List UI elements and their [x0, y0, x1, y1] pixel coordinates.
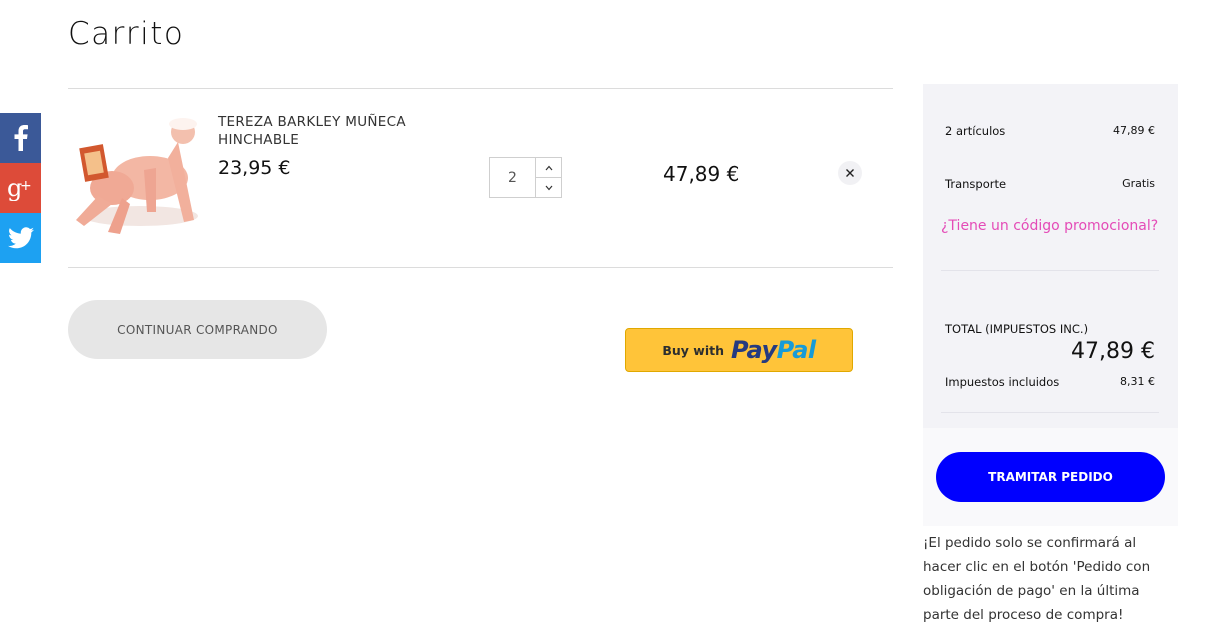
product-image[interactable]: [68, 108, 202, 246]
summary-shipping-label: Transporte: [945, 177, 1007, 191]
facebook-icon: [14, 125, 28, 151]
summary-shipping-row: Transporte Gratis: [945, 177, 1155, 191]
google-plus-share-button[interactable]: g +: [0, 163, 41, 213]
page-title: Carrito: [68, 16, 185, 52]
checkout-button[interactable]: TRAMITAR PEDIDO: [936, 452, 1165, 502]
paypal-logo-pal: Pal: [776, 336, 816, 364]
twitter-icon: [7, 227, 34, 249]
summary-tax-row: Impuestos incluidos 8,31 €: [945, 375, 1155, 389]
line-total: 47,89 €: [663, 162, 740, 186]
total-label: TOTAL (IMPUESTOS INC.): [945, 322, 1089, 336]
cart-bottom-divider: [68, 267, 893, 268]
twitter-share-button[interactable]: [0, 213, 41, 263]
remove-item-button[interactable]: [838, 161, 862, 185]
summary-divider: [941, 270, 1159, 271]
quantity-decrease-button[interactable]: [536, 178, 561, 197]
chevron-down-icon: [545, 185, 552, 190]
summary-tax-value: 8,31 €: [1120, 375, 1155, 388]
chevron-up-icon: [545, 165, 552, 170]
summary-items-label: 2 artículos: [945, 124, 1006, 138]
order-confirmation-notice: ¡El pedido solo se confirmará al hacer c…: [923, 535, 1151, 623]
continue-shopping-button[interactable]: CONTINUAR COMPRANDO: [68, 300, 327, 359]
quantity-input[interactable]: 2: [490, 158, 536, 197]
google-plus-icon: g +: [7, 175, 32, 201]
quantity-increase-button[interactable]: [536, 158, 561, 178]
summary-items-value: 47,89 €: [1113, 124, 1155, 137]
close-icon: [846, 169, 854, 177]
promo-code-link[interactable]: ¿Tiene un código promocional?: [941, 218, 1158, 234]
svg-text:+: +: [20, 178, 32, 194]
cart-top-divider: [68, 88, 893, 89]
paypal-logo-pay: Pay: [731, 336, 777, 364]
paypal-button[interactable]: Buy with Pay Pal: [625, 328, 853, 372]
summary-items-row: 2 artículos 47,89 €: [945, 124, 1155, 138]
summary-tax-label: Impuestos incluidos: [945, 375, 1060, 389]
product-name[interactable]: TEREZA BARKLEY MUÑECA HINCHABLE: [218, 113, 448, 149]
product-unit-price: 23,95 €: [218, 157, 291, 179]
social-share-bar: g +: [0, 113, 41, 263]
facebook-share-button[interactable]: [0, 113, 41, 163]
quantity-stepper[interactable]: 2: [489, 157, 562, 198]
summary-divider-bottom: [941, 412, 1159, 413]
summary-shipping-value: Gratis: [1122, 177, 1155, 190]
total-value: 47,89 €: [1071, 339, 1155, 364]
paypal-prefix: Buy with: [662, 342, 724, 358]
